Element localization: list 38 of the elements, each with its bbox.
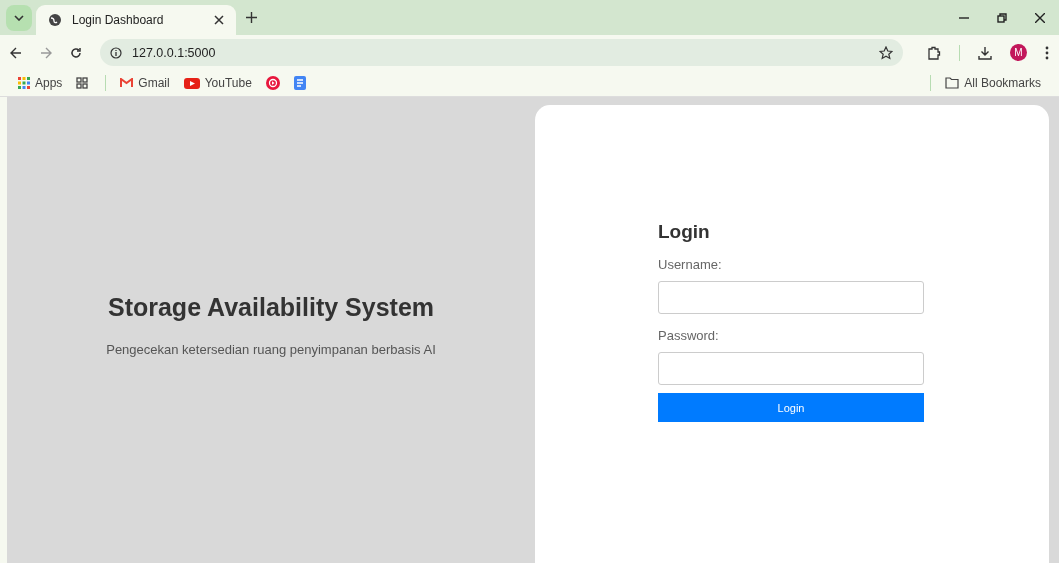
tab-title: Login Dashboard bbox=[72, 13, 165, 27]
app-subtitle: Pengecekan ketersedian ruang penyimpanan berbasis AI bbox=[106, 342, 436, 357]
tab-search-button[interactable] bbox=[6, 5, 32, 31]
login-heading: Login bbox=[658, 221, 711, 243]
music-icon[interactable] bbox=[265, 76, 280, 90]
bookmark-link[interactable]: All Bookmarks bbox=[945, 76, 1041, 90]
extensions-icon[interactable] bbox=[927, 45, 941, 60]
grid-icon[interactable] bbox=[76, 77, 89, 89]
browser-tab[interactable]: Login Dashboard bbox=[36, 5, 236, 35]
close-icon[interactable] bbox=[214, 15, 224, 25]
close-icon[interactable] bbox=[1035, 12, 1045, 23]
folder-icon bbox=[945, 77, 960, 89]
bookmark-link[interactable]: YouTube bbox=[183, 76, 252, 90]
field-label: Password: bbox=[658, 328, 720, 343]
star-icon[interactable] bbox=[879, 45, 893, 60]
input-field[interactable] bbox=[658, 352, 924, 385]
play-icon bbox=[183, 77, 200, 89]
chevron-down-icon bbox=[14, 15, 24, 21]
globe-icon bbox=[48, 13, 62, 27]
bookmark-link[interactable]: Apps bbox=[18, 76, 63, 90]
mail-icon bbox=[120, 78, 134, 88]
document-icon[interactable] bbox=[293, 76, 306, 90]
reload-icon[interactable] bbox=[70, 46, 82, 59]
profile-avatar[interactable]: M bbox=[1010, 44, 1027, 61]
menu-icon[interactable] bbox=[1045, 45, 1049, 60]
back-icon[interactable] bbox=[10, 46, 22, 59]
info-icon[interactable] bbox=[110, 46, 122, 59]
field-label: Username: bbox=[658, 257, 723, 272]
forward-icon[interactable] bbox=[40, 46, 52, 59]
app-title: Storage Availability System bbox=[107, 293, 435, 322]
restore-icon[interactable] bbox=[997, 12, 1007, 23]
login-button[interactable]: Login bbox=[658, 393, 924, 422]
apps-icon[interactable] bbox=[18, 77, 30, 89]
address-bar[interactable]: 127.0.0.1:5000 bbox=[100, 39, 903, 66]
new-tab-icon[interactable] bbox=[246, 12, 257, 23]
input-field[interactable] bbox=[658, 281, 924, 314]
download-icon[interactable] bbox=[978, 45, 992, 60]
bookmark-link[interactable]: Gmail bbox=[120, 76, 170, 90]
